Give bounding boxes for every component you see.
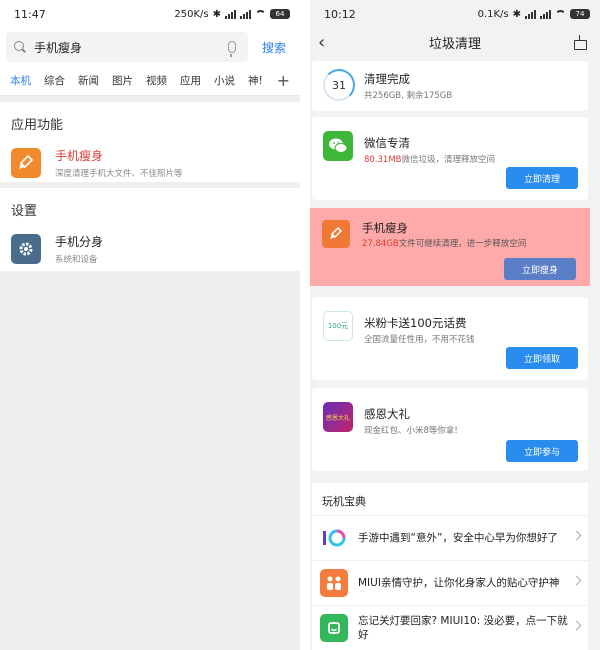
score-number: 31 [332, 78, 346, 92]
list-item[interactable]: 手游中遇到“意外”，安全中心早为你想好了 [312, 515, 588, 560]
gift-card: 感恩大礼 感恩大礼 现金红包、小米8等你拿! 立即参与 [312, 388, 588, 471]
status-bar: 11:47 250K/s ✱ 64 [0, 0, 300, 28]
gift-desc: 现金红包、小米8等你拿! [364, 426, 458, 436]
summary-title: 清理完成 [364, 72, 410, 86]
clean-tool-icon[interactable] [572, 35, 588, 50]
settings-item-dual-apps[interactable]: 手机分身 系统和设备 [0, 227, 300, 275]
tab-images[interactable]: 图片 [112, 73, 133, 88]
microphone-icon[interactable] [227, 41, 236, 57]
status-bar: 10:12 0.1K/s ✱ 74 [310, 0, 600, 28]
wechat-title: 微信专清 [364, 136, 410, 150]
back-icon[interactable]: ‹ [318, 32, 338, 53]
search-button[interactable]: 搜索 [248, 39, 294, 56]
score-ring-icon: 31 [323, 69, 355, 101]
slim-now-button[interactable]: 立即瘦身 [504, 258, 576, 280]
tip-text: 忘记关灯要回家? MIUI10: 没必要，点一下就好 [358, 615, 568, 641]
divider [300, 0, 310, 650]
feature-desc: 深度清理手机大文件、不佳照片等 [55, 169, 183, 179]
signal-icon [525, 9, 536, 19]
status-time: 10:12 [324, 7, 356, 21]
bluetooth-icon: ✱ [212, 8, 221, 20]
add-tab-icon[interactable]: + [277, 71, 290, 90]
signal-icon [240, 9, 251, 19]
mifen-desc: 全国流量任性用，不用不花钱 [364, 335, 475, 345]
search-box[interactable] [6, 32, 248, 62]
right-screen: 10:12 0.1K/s ✱ 74 ‹ 垃圾清理 31 清理完成 共256GB,… [310, 0, 600, 650]
mifen-title: 米粉卡送100元话费 [364, 316, 467, 330]
search-input[interactable] [34, 40, 228, 54]
wifi-icon [555, 10, 566, 18]
gift-title: 感恩大礼 [364, 407, 410, 421]
feature-item-phone-slim[interactable]: 手机瘦身 深度清理手机大文件、不佳照片等 [0, 141, 300, 189]
broom-icon [322, 220, 350, 248]
signal-icon [225, 9, 236, 19]
network-speed: 250K/s [174, 8, 209, 20]
features-section: 应用功能 手机瘦身 深度清理手机大文件、不佳照片等 [0, 102, 300, 182]
tab-all[interactable]: 综合 [44, 73, 65, 88]
search-bar: 搜索 [0, 28, 300, 66]
gift-promo-icon: 感恩大礼 [323, 402, 353, 432]
wechat-clean-card: 微信专清 80.31MB微信垃圾，清理释放空间 立即清理 [312, 117, 588, 200]
broom-icon [11, 148, 41, 178]
tab-apps[interactable]: 应用 [180, 73, 201, 88]
feature-name: 手机瘦身 [55, 149, 104, 163]
page-title: 垃圾清理 [428, 36, 481, 52]
signal-icon [540, 9, 551, 19]
setting-name: 手机分身 [55, 235, 104, 249]
nav-bar: ‹ 垃圾清理 [310, 28, 600, 56]
miui10-icon [320, 524, 348, 552]
category-tabs: 本机 综合 新闻 图片 视频 应用 小说 神! + [0, 66, 300, 96]
tab-videos[interactable]: 视频 [146, 73, 167, 88]
network-speed: 0.1K/s [477, 8, 509, 20]
summary-card: 31 清理完成 共256GB, 剩余175GB [312, 61, 588, 111]
battery-icon: 74 [570, 9, 590, 19]
settings-section: 设置 手机分身 系统和设备 [0, 188, 300, 271]
mijia-icon [320, 614, 348, 642]
section-title: 设置 [11, 204, 38, 219]
wechat-desc: 80.31MB微信垃圾，清理释放空间 [364, 155, 496, 165]
list-item[interactable]: MIUI亲情守护，让你化身家人的贴心守护神 [312, 560, 588, 605]
phone-slim-card: 手机瘦身 27.84GB文件可继续清理，进一步释放空间 立即瘦身 [310, 208, 590, 286]
slim-desc: 27.84GB文件可继续清理，进一步释放空间 [362, 239, 527, 249]
clean-now-button[interactable]: 立即清理 [506, 167, 578, 189]
claim-now-button[interactable]: 立即领取 [506, 347, 578, 369]
left-screen: 11:47 250K/s ✱ 64 搜索 本机 综合 新闻 图片 视频 应用 小… [0, 0, 300, 650]
wechat-icon [323, 131, 353, 161]
list-item[interactable]: 忘记关灯要回家? MIUI10: 没必要，点一下就好 [312, 605, 588, 650]
tab-novels[interactable]: 小说 [214, 73, 235, 88]
search-icon [14, 41, 26, 53]
chevron-right-icon [571, 530, 582, 541]
tab-news[interactable]: 新闻 [78, 73, 99, 88]
battery-icon: 64 [270, 9, 290, 19]
gear-icon [11, 234, 41, 264]
tip-text: MIUI亲情守护，让你化身家人的贴心守护神 [358, 577, 560, 589]
tab-more[interactable]: 神! [248, 73, 263, 88]
mifen-card: 100元 米粉卡送100元话费 全国流量任性用，不用不花钱 立即领取 [312, 297, 588, 380]
tab-local[interactable]: 本机 [10, 73, 31, 88]
status-time: 11:47 [14, 7, 46, 21]
section-title: 玩机宝典 [322, 495, 366, 508]
section-title: 应用功能 [11, 118, 64, 133]
summary-desc: 共256GB, 剩余175GB [364, 91, 453, 101]
sim-card-icon: 100元 [323, 311, 353, 341]
tips-section: 玩机宝典 手游中遇到“意外”，安全中心早为你想好了 MIUI亲情守护，让你化身家… [312, 483, 588, 650]
bluetooth-icon: ✱ [512, 8, 521, 20]
chevron-right-icon [571, 620, 582, 631]
setting-desc: 系统和设备 [55, 255, 98, 265]
tip-text: 手游中遇到“意外”，安全中心早为你想好了 [358, 532, 558, 544]
chevron-right-icon [571, 575, 582, 586]
wifi-icon [255, 10, 266, 18]
family-icon [320, 569, 348, 597]
join-now-button[interactable]: 立即参与 [506, 440, 578, 462]
slim-title: 手机瘦身 [362, 221, 408, 235]
